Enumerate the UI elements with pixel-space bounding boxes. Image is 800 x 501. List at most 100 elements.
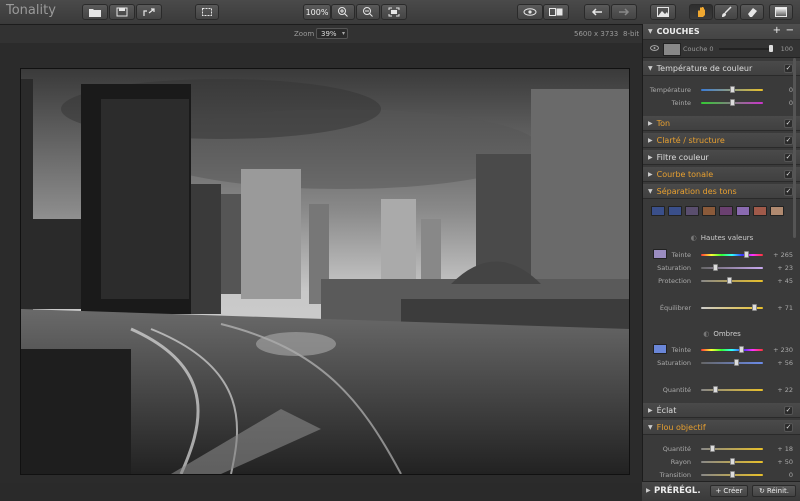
slider-knob[interactable] (713, 264, 719, 271)
layers-title: COUCHES (656, 27, 700, 36)
slider-label: Teinte (671, 99, 691, 107)
slider-knob[interactable] (738, 346, 744, 353)
slider-knob[interactable] (730, 86, 735, 93)
section-header[interactable]: ▶ Clarté / structure ✓ (643, 133, 800, 148)
slider-knob[interactable] (744, 251, 750, 258)
brush-tool-button[interactable] (714, 4, 738, 20)
section-header[interactable]: ▶ Éclat ✓ (643, 403, 800, 418)
slider-knob[interactable] (751, 304, 757, 311)
slider-knob[interactable] (726, 277, 732, 284)
save-button[interactable] (109, 4, 135, 20)
slider-track[interactable] (701, 267, 763, 269)
crop-button[interactable] (195, 4, 219, 20)
status-bar (0, 483, 642, 500)
section-title: Flou objectif (656, 422, 706, 432)
create-preset-button[interactable]: + Créer (710, 485, 748, 497)
preview-toggle-button[interactable] (517, 4, 543, 20)
layer-opacity-knob[interactable] (769, 45, 773, 52)
photo-canvas[interactable] (20, 68, 630, 475)
split-toning-preset-swatch[interactable] (702, 206, 716, 216)
slider-value: + 71 (777, 304, 793, 312)
temperature-enabled-checkbox[interactable]: ✓ (784, 64, 793, 73)
compare-button[interactable] (543, 4, 569, 20)
slider-track[interactable] (701, 349, 763, 351)
split-toning-preset-swatch[interactable] (668, 206, 682, 216)
save-icon (116, 7, 128, 17)
zoom-out-icon (363, 7, 373, 17)
remove-layer-button[interactable]: − (786, 25, 794, 36)
triangle-right-icon: ▶ (648, 406, 653, 414)
zoom-100-button[interactable]: 100% (303, 4, 331, 20)
section-enabled-checkbox[interactable]: ✓ (784, 170, 793, 179)
info-bar: Zoom 39% ▾ 5600 x 3733 8-bit (0, 25, 642, 43)
layer-opacity-track[interactable] (719, 48, 771, 50)
slider-track[interactable] (701, 280, 763, 282)
split-toning-preset-swatch[interactable] (685, 206, 699, 216)
section-enabled-checkbox[interactable]: ✓ (784, 406, 793, 415)
section-header[interactable]: ▼ Séparation des tons ✓ (643, 184, 800, 199)
slider-label: Rayon (670, 458, 691, 466)
split-toning-preset-swatch[interactable] (719, 206, 733, 216)
split-toning-preset-swatch[interactable] (770, 206, 784, 216)
zoom-out-button[interactable] (356, 4, 380, 20)
slider-knob[interactable] (712, 386, 718, 393)
add-layer-button[interactable]: + (773, 25, 781, 36)
gradient-tool-button[interactable] (769, 4, 793, 20)
section-enabled-checkbox[interactable]: ✓ (784, 423, 793, 432)
section-title: Courbe tonale (656, 169, 714, 179)
open-folder-button[interactable] (82, 4, 108, 20)
presets-bar: ▶ PRÉRÉGL. + Créer ↻ Réinit. (642, 481, 800, 501)
slider-label: Quantité (662, 386, 691, 394)
hand-tool-button[interactable] (689, 4, 713, 20)
redo-arrow-icon (619, 8, 630, 16)
eye-icon (523, 8, 537, 16)
slider-knob[interactable] (730, 458, 735, 465)
reset-button[interactable]: ↻ Réinit. (752, 485, 796, 497)
slider-label: Protection (658, 277, 691, 285)
slider-knob[interactable] (710, 445, 716, 452)
slider-knob[interactable] (733, 359, 739, 366)
undo-arrow-icon (591, 8, 602, 16)
zoom-select[interactable]: 39% ▾ (316, 28, 348, 39)
triangle-down-icon: ▼ (648, 187, 653, 195)
subsection-title: Hautes valeurs (700, 234, 754, 242)
section-header[interactable]: ▶ Ton ✓ (643, 116, 800, 131)
slider-track[interactable] (701, 362, 763, 364)
share-button[interactable] (136, 4, 162, 20)
section-enabled-checkbox[interactable]: ✓ (784, 119, 793, 128)
slider-row: Protection + 45 (643, 275, 800, 287)
slider-row: Saturation + 56 (643, 357, 800, 369)
layers-header[interactable]: ▼ COUCHES + − (643, 24, 800, 40)
slider-value: + 22 (777, 386, 793, 394)
section-enabled-checkbox[interactable]: ✓ (784, 136, 793, 145)
slider-knob[interactable] (730, 471, 735, 478)
subsection-title-row: ◐ Hautes valeurs (643, 234, 800, 242)
zoom-in-button[interactable] (331, 4, 355, 20)
presets-title: PRÉRÉGL. (654, 486, 701, 496)
slider-track[interactable] (701, 254, 763, 256)
section-header[interactable]: ▶ Filtre couleur ✓ (643, 150, 800, 165)
temperature-header[interactable]: ▼ Température de couleur ✓ (643, 61, 800, 76)
slider-row: Quantité + 22 (643, 384, 800, 396)
slider-label: Température (649, 86, 691, 94)
brush-icon (722, 6, 732, 17)
split-toning-preset-swatch[interactable] (651, 206, 665, 216)
section-enabled-checkbox[interactable]: ✓ (784, 153, 793, 162)
section-enabled-checkbox[interactable]: ✓ (784, 187, 793, 196)
section-header[interactable]: ▶ Courbe tonale ✓ (643, 167, 800, 182)
split-toning-preset-swatch[interactable] (736, 206, 750, 216)
slider-track[interactable] (701, 389, 763, 391)
layer-row[interactable]: Couche 0 100 (643, 40, 800, 58)
split-toning-preset-swatch[interactable] (753, 206, 767, 216)
visibility-eye-icon[interactable] (650, 45, 659, 51)
section-title: Éclat (656, 405, 677, 415)
eraser-tool-button[interactable] (740, 4, 764, 20)
zoom-select-value: 39% (321, 29, 337, 38)
fit-screen-button[interactable] (381, 4, 407, 20)
section-header[interactable]: ▼ Flou objectif ✓ (643, 420, 800, 435)
slider-knob[interactable] (730, 99, 735, 106)
panel-scrollbar[interactable] (793, 58, 796, 238)
redo-button[interactable] (611, 4, 637, 20)
undo-button[interactable] (584, 4, 610, 20)
histogram-button[interactable] (650, 4, 676, 20)
